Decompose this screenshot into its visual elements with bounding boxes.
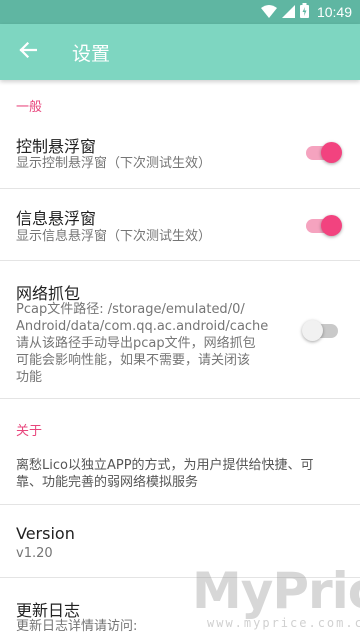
summary-line: 请从该路径手动导出pcap文件，网络抓包: [16, 336, 256, 351]
divider: [0, 504, 360, 505]
description-line: 靠、功能完善的弱网络模拟服务: [16, 475, 199, 490]
watermark-url: www.myprice.com.cn: [207, 616, 360, 630]
status-time: 10:49: [316, 4, 352, 20]
back-button[interactable]: [12, 36, 44, 68]
switch-thumb: [321, 215, 342, 236]
description-line: 离愁Lico以独立APP的方式，为用户提供给快捷、可: [16, 458, 314, 473]
arrow-back-icon: [19, 41, 38, 62]
battery-icon: [299, 2, 309, 22]
pref-float-window-title: 控制悬浮窗: [16, 137, 97, 156]
divider: [0, 260, 360, 261]
pref-changelog-summary: 更新日志详情请访问:: [16, 619, 138, 634]
pref-float-window-summary: 显示控制悬浮窗（下次测试生效）: [16, 156, 212, 171]
pref-version-value: v1.20: [16, 546, 53, 561]
page-title: 设置: [72, 43, 111, 65]
pref-info-window-summary: 显示信息悬浮窗（下次测试生效）: [16, 229, 212, 244]
pref-version-title: Version: [16, 524, 75, 543]
summary-line: 可能会影响性能，如果不需要，请关闭该: [16, 353, 251, 368]
switch-thumb: [321, 142, 342, 163]
wifi-icon: [260, 3, 277, 22]
packet-capture-switch[interactable]: [302, 318, 340, 342]
float-window-switch[interactable]: [304, 140, 342, 164]
category-general: 一般: [16, 100, 43, 115]
app-bar: 设置: [0, 24, 360, 80]
summary-line: Android/data/com.qq.ac.android/cache: [16, 319, 269, 334]
summary-line: 功能: [16, 370, 43, 385]
pref-packet-capture-summary: Pcap文件路径: /storage/emulated/0/ Android/d…: [16, 301, 268, 386]
watermark: MyPrice: [192, 562, 360, 620]
about-description: 离愁Lico以独立APP的方式，为用户提供给快捷、可 靠、功能完善的弱网络模拟服…: [16, 457, 314, 491]
settings-list[interactable]: 一般 控制悬浮窗 显示控制悬浮窗（下次测试生效） 信息悬浮窗 显示信息悬浮窗（下…: [0, 80, 360, 639]
divider: [0, 398, 360, 399]
switch-thumb: [302, 320, 323, 341]
category-about: 关于: [16, 424, 43, 439]
summary-line: Pcap文件路径: /storage/emulated/0/: [16, 302, 245, 317]
divider: [0, 188, 360, 189]
pref-info-window-title: 信息悬浮窗: [16, 209, 97, 228]
signal-icon: [281, 3, 295, 22]
info-window-switch[interactable]: [304, 213, 342, 237]
status-bar: 10:49: [0, 0, 360, 24]
status-icons: 10:49: [260, 0, 352, 24]
